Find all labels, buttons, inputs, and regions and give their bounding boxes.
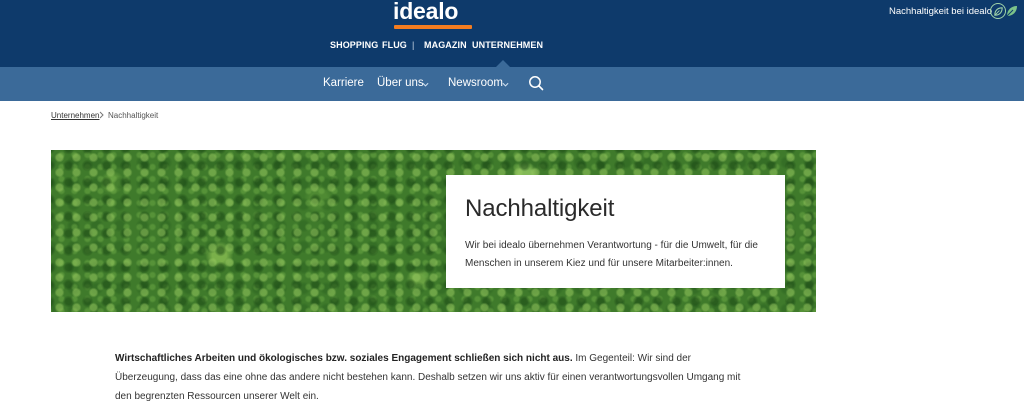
page-title: Nachhaltigkeit [465, 195, 615, 222]
logo-text: idealo [393, 0, 459, 24]
sustainability-link[interactable]: Nachhaltigkeit bei idealo [889, 6, 992, 17]
main-nav: SHOPPING FLUG | MAGAZIN UNTERNEHMEN [0, 39, 1024, 53]
nav-magazin[interactable]: MAGAZIN [424, 40, 467, 50]
chevron-down-icon [502, 79, 509, 91]
search-icon[interactable] [528, 75, 544, 94]
breadcrumb-unternehmen[interactable]: Unternehmen [51, 111, 99, 120]
hero-description: Wir bei idealo übernehmen Verantwortung … [465, 240, 758, 269]
nav-unternehmen[interactable]: UNTERNEHMEN [472, 40, 543, 50]
nav-flug[interactable]: FLUG [382, 40, 407, 50]
nav-shopping[interactable]: SHOPPING [330, 40, 378, 50]
hero-banner: Nachhaltigkeit Wir bei idealo übernehmen… [51, 150, 816, 312]
intro-bold: Wirtschaftliches Arbeiten und ökologisch… [115, 353, 573, 364]
subnav-newsroom[interactable]: Newsroom [448, 77, 503, 89]
leaf-icon-secondary [1004, 3, 1020, 24]
hero-card: Nachhaltigkeit Wir bei idealo übernehmen… [446, 175, 785, 288]
intro-paragraph: Wirtschaftliches Arbeiten und ökologisch… [115, 349, 745, 406]
active-nav-indicator [496, 60, 510, 67]
subnav-ueber-uns[interactable]: Über uns [377, 77, 424, 89]
idealo-logo[interactable]: idealo [393, 0, 473, 29]
subnav-karriere[interactable]: Karriere [323, 77, 364, 89]
chevron-down-icon [422, 79, 429, 91]
sub-nav: Karriere Über uns Newsroom [0, 67, 1024, 101]
breadcrumb-current: Nachhaltigkeit [108, 111, 159, 120]
chevron-right-icon [99, 111, 104, 121]
nav-separator: | [412, 40, 415, 50]
top-header: idealo SHOPPING FLUG | MAGAZIN UNTERNEHM… [0, 0, 1024, 67]
logo-underline [394, 25, 472, 29]
